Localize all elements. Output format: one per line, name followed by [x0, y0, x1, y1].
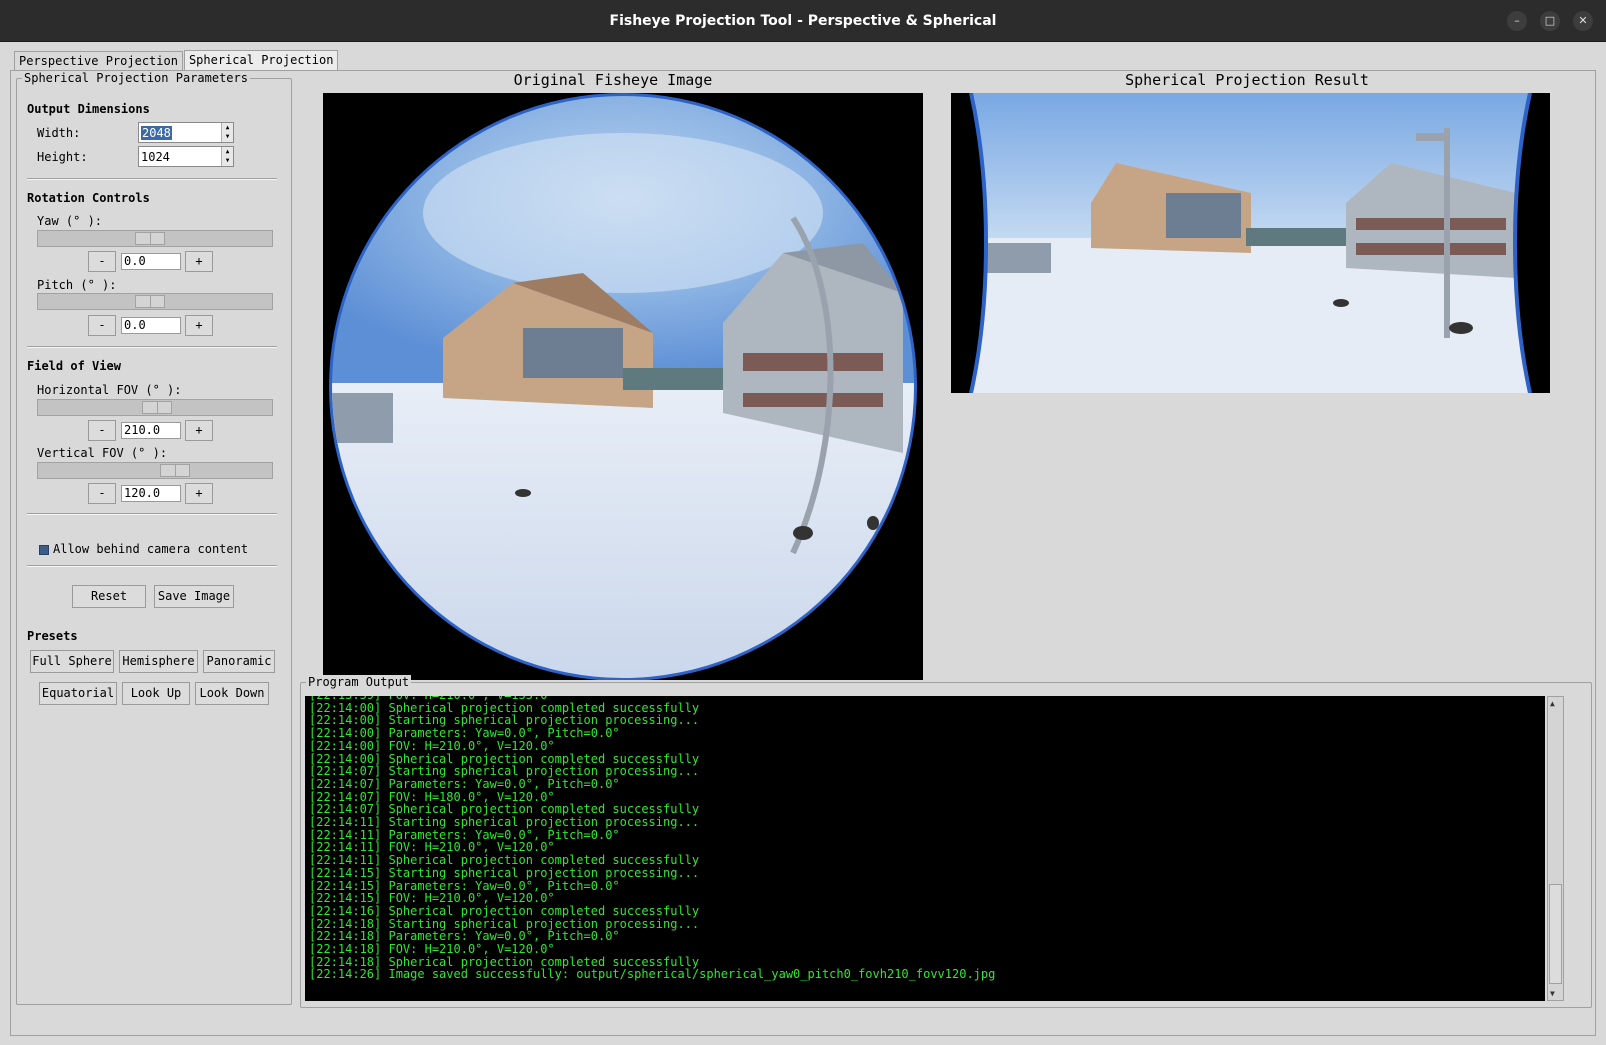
window-title: Fisheye Projection Tool - Perspective & …: [609, 13, 997, 29]
height-spin-arrows-icon[interactable]: ▲ ▼: [221, 147, 233, 166]
pitch-increment-button[interactable]: +: [185, 315, 213, 336]
horizontal-fov-slider[interactable]: [37, 399, 273, 416]
console-line: [22:14:15] Starting spherical projection…: [309, 865, 700, 880]
preset-hemisphere-button[interactable]: Hemisphere: [119, 650, 198, 673]
horizontal-fov-entry[interactable]: 210.0: [121, 422, 181, 439]
vertical-fov-slider-thumb[interactable]: [160, 464, 190, 477]
horizontal-fov-decrement-button[interactable]: -: [88, 420, 116, 441]
output-console[interactable]: [22:13:59] FOV: H=210.0°, V=135.0°[22:14…: [305, 696, 1545, 1001]
separator: [27, 513, 277, 515]
separator: [27, 178, 277, 180]
yaw-slider-thumb[interactable]: [135, 232, 165, 245]
pitch-entry[interactable]: 0.0: [121, 317, 181, 334]
preset-look-up-button[interactable]: Look Up: [122, 682, 190, 705]
separator: [27, 565, 277, 567]
main-content: Perspective Projection Spherical Project…: [0, 42, 1606, 1045]
parameters-frame-label: Spherical Projection Parameters: [22, 71, 250, 85]
close-icon[interactable]: ✕: [1573, 11, 1593, 31]
tab-bar: Perspective Projection Spherical Project…: [14, 50, 339, 71]
presets-heading: Presets: [27, 629, 78, 643]
spherical-result-image: [951, 93, 1550, 393]
preset-equatorial-button[interactable]: Equatorial: [39, 682, 117, 705]
tab-perspective[interactable]: Perspective Projection: [14, 51, 183, 70]
tab-spherical[interactable]: Spherical Projection: [183, 50, 339, 70]
tab-content: Spherical Projection Parameters Output D…: [10, 70, 1596, 1036]
height-value[interactable]: 1024: [141, 150, 170, 164]
minimize-icon[interactable]: –: [1507, 11, 1527, 31]
console-line: [22:14:00] FOV: H=210.0°, V=120.0°: [309, 738, 555, 753]
yaw-increment-button[interactable]: +: [185, 251, 213, 272]
app-window: Fisheye Projection Tool - Perspective & …: [0, 0, 1606, 1045]
original-fisheye-image: [323, 93, 923, 680]
program-output-panel: Program Output [22:13:59] FOV: H=210.0°,…: [300, 675, 1592, 1008]
horizontal-fov-slider-thumb[interactable]: [142, 401, 172, 414]
vertical-fov-slider[interactable]: [37, 462, 273, 479]
preset-panoramic-button[interactable]: Panoramic: [203, 650, 275, 673]
console-line: [22:14:18] FOV: H=210.0°, V=120.0°: [309, 942, 555, 957]
result-image-title: Spherical Projection Result: [1125, 71, 1369, 89]
width-value[interactable]: 2048: [141, 126, 172, 140]
behind-camera-label[interactable]: Allow behind camera content: [53, 542, 248, 556]
width-spin-arrows-icon[interactable]: ▲ ▼: [221, 123, 233, 142]
console-line: [22:14:07] Parameters: Yaw=0.0°, Pitch=0…: [309, 776, 620, 791]
preset-full-sphere-button[interactable]: Full Sphere: [30, 650, 114, 673]
original-image-title: Original Fisheye Image: [513, 71, 713, 89]
pitch-slider-thumb[interactable]: [135, 295, 165, 308]
width-spinbox[interactable]: 2048 ▲ ▼: [138, 122, 234, 143]
vertical-fov-increment-button[interactable]: +: [185, 483, 213, 504]
reset-button[interactable]: Reset: [72, 585, 146, 608]
height-spinbox[interactable]: 1024 ▲ ▼: [138, 146, 234, 167]
fisheye-image-graphic: [329, 93, 917, 680]
console-line: [22:14:11] Spherical projection complete…: [309, 853, 700, 868]
scroll-up-icon[interactable]: ▲: [1550, 699, 1555, 708]
width-label: Width:: [37, 126, 81, 140]
yaw-slider[interactable]: [37, 230, 273, 247]
yaw-decrement-button[interactable]: -: [88, 251, 116, 272]
yaw-entry[interactable]: 0.0: [121, 253, 181, 270]
console-line: [22:14:11] Starting spherical projection…: [309, 815, 700, 830]
horizontal-fov-label: Horizontal FOV (° ):: [37, 383, 182, 397]
vertical-fov-label: Vertical FOV (° ):: [37, 446, 168, 460]
scrollbar-thumb[interactable]: [1549, 884, 1562, 984]
yaw-label: Yaw (° ):: [37, 214, 103, 228]
separator: [27, 346, 277, 348]
pitch-slider[interactable]: [37, 293, 273, 310]
save-image-button[interactable]: Save Image: [154, 585, 234, 608]
parameters-panel: Spherical Projection Parameters Output D…: [16, 71, 292, 1005]
output-scrollbar[interactable]: ▲ ▼: [1547, 696, 1564, 1001]
behind-camera-checkbox[interactable]: [39, 545, 49, 555]
program-output-label: Program Output: [306, 675, 412, 689]
pitch-label: Pitch (° ):: [37, 278, 117, 292]
console-lines: [22:13:59] FOV: H=210.0°, V=135.0°[22:14…: [305, 696, 1545, 981]
console-line: [22:14:00] Parameters: Yaw=0.0°, Pitch=0…: [309, 726, 620, 741]
spherical-image-graphic: [951, 93, 1550, 393]
output-dimensions-heading: Output Dimensions: [27, 102, 150, 116]
height-label: Height:: [37, 150, 88, 164]
console-line: [22:14:16] Spherical projection complete…: [309, 903, 700, 918]
console-line: [22:14:26] Image saved successfully: out…: [309, 967, 996, 982]
title-bar: Fisheye Projection Tool - Perspective & …: [0, 0, 1606, 42]
rotation-controls-heading: Rotation Controls: [27, 191, 150, 205]
vertical-fov-entry[interactable]: 120.0: [121, 485, 181, 502]
pitch-decrement-button[interactable]: -: [88, 315, 116, 336]
preset-look-down-button[interactable]: Look Down: [195, 682, 269, 705]
scroll-down-icon[interactable]: ▼: [1550, 989, 1555, 998]
horizontal-fov-increment-button[interactable]: +: [185, 420, 213, 441]
maximize-icon[interactable]: □: [1540, 11, 1560, 31]
field-of-view-heading: Field of View: [27, 359, 121, 373]
vertical-fov-decrement-button[interactable]: -: [88, 483, 116, 504]
